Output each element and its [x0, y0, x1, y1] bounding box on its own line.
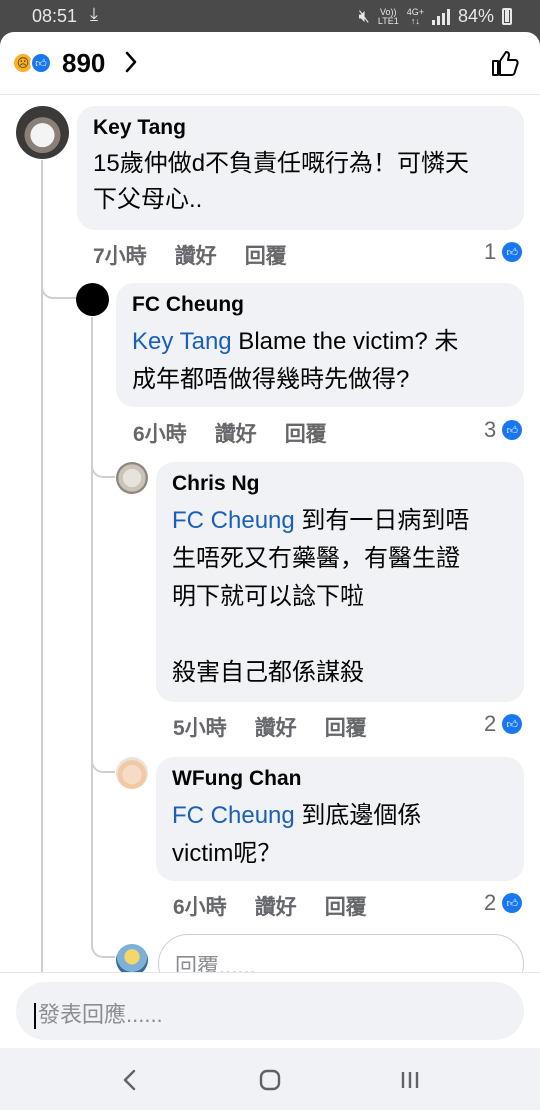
comment-like-count[interactable]: 1 👍︎ — [484, 239, 523, 265]
recent-apps-icon[interactable] — [396, 1066, 424, 1094]
comment-time[interactable]: 6小時 — [133, 418, 187, 448]
avatar[interactable] — [76, 283, 109, 316]
comment-bubble: Chris Ng FC Cheung 到有一日病到唔 生唔死又冇藥醫，有醫生證 … — [156, 462, 524, 702]
like-reaction-icon: 👍︎ — [30, 52, 52, 74]
network-type-indicator: 4G+ ↑↓ — [406, 6, 424, 26]
comment-like-count[interactable]: 2 👍︎ — [484, 890, 523, 916]
system-nav-bar — [0, 1048, 540, 1110]
reply-button[interactable]: 回覆 — [285, 418, 327, 448]
reaction-icons: ☹ 👍︎ — [12, 52, 52, 74]
composer-bar: 發表回應...... — [0, 972, 540, 1048]
status-bar: 08:51 ⤓ 🔇︎ Vo)) LTE1 4G+ ↑↓ 84% — [0, 0, 540, 32]
avatar[interactable] — [116, 757, 148, 789]
mention-link[interactable]: FC Cheung — [172, 802, 295, 829]
comment-bubble: WFung Chan FC Cheung 到底邊個係 victim呢？ — [156, 757, 524, 881]
like-button[interactable]: 讚好 — [175, 240, 217, 270]
status-time: 08:51 — [32, 6, 78, 26]
like-button[interactable]: 讚好 — [215, 418, 257, 448]
comment-time[interactable]: 6小時 — [173, 891, 227, 921]
comment-author[interactable]: FC Cheung — [132, 293, 508, 317]
status-icons: 🔇︎ Vo)) LTE1 4G+ ↑↓ 84% — [359, 6, 512, 27]
thread-connector — [91, 737, 115, 773]
thread-connector — [91, 442, 115, 478]
comment-actions: 7小時 讚好 回覆 — [93, 240, 287, 270]
thread-line-reply — [91, 317, 93, 937]
home-icon[interactable] — [256, 1066, 284, 1094]
reply-button[interactable]: 回覆 — [245, 240, 287, 270]
comment-actions: 6小時 讚好 回覆 — [133, 418, 327, 448]
comment-author[interactable]: Chris Ng — [172, 472, 508, 496]
thread-connector — [91, 912, 115, 958]
reaction-count[interactable]: 890 — [62, 48, 105, 79]
chevron-right-icon[interactable] — [124, 50, 138, 74]
like-badge-icon: 👍︎ — [502, 893, 523, 913]
comment-author[interactable]: WFung Chan — [172, 767, 508, 791]
text-cursor — [34, 1003, 36, 1030]
comment-input-placeholder: 發表回應...... — [38, 1002, 163, 1027]
like-badge-icon: 👍︎ — [502, 420, 523, 440]
comment-text: 15歲仲做d不負責任嘅行為！可憐天 下父母心.. — [93, 150, 470, 213]
comment-time[interactable]: 7小時 — [93, 240, 147, 270]
comment-actions: 5小時 讚好 回覆 — [173, 712, 367, 742]
signal-icon — [431, 8, 450, 25]
comment-like-count[interactable]: 3 👍︎ — [484, 417, 523, 443]
back-icon[interactable] — [116, 1066, 144, 1094]
avatar[interactable] — [116, 462, 148, 494]
comment-actions: 6小時 讚好 回覆 — [173, 891, 367, 921]
volte-indicator: Vo)) LTE1 — [377, 6, 399, 26]
reply-input[interactable]: 回覆...... — [158, 934, 524, 972]
download-icon: ⤓ — [90, 4, 98, 24]
mute-icon: 🔇︎ — [358, 6, 370, 26]
comment-like-count[interactable]: 2 👍︎ — [484, 711, 523, 737]
comment-bubble: Key Tang 15歲仲做d不負責任嘅行為！可憐天 下父母心.. — [77, 106, 524, 230]
battery-percent: 84% — [457, 6, 494, 26]
mention-link[interactable]: Key Tang — [132, 328, 232, 355]
battery-icon — [502, 8, 512, 25]
like-thumb-icon[interactable] — [490, 48, 520, 78]
like-button[interactable]: 讚好 — [255, 712, 297, 742]
reply-button[interactable]: 回覆 — [325, 891, 367, 921]
mention-link[interactable]: FC Cheung — [172, 507, 295, 534]
comments-sheet: ☹ 👍︎ 890 Key Tang 15歲仲做d不負責任嘅行為！可憐天 下父母心… — [0, 32, 540, 972]
comment-bubble: FC Cheung Key Tang Blame the victim? 未 成… — [116, 283, 524, 407]
like-button[interactable]: 讚好 — [255, 891, 297, 921]
comment-author[interactable]: Key Tang — [93, 116, 508, 140]
thread-connector — [41, 267, 77, 299]
like-badge-icon: 👍︎ — [502, 242, 523, 262]
avatar — [116, 944, 148, 972]
comment-input[interactable]: 發表回應...... — [16, 982, 524, 1040]
reply-button[interactable]: 回覆 — [325, 712, 367, 742]
reactions-header[interactable]: ☹ 👍︎ 890 — [0, 32, 540, 95]
like-badge-icon: 👍︎ — [502, 714, 523, 734]
comment-time[interactable]: 5小時 — [173, 712, 227, 742]
avatar[interactable] — [16, 106, 69, 159]
